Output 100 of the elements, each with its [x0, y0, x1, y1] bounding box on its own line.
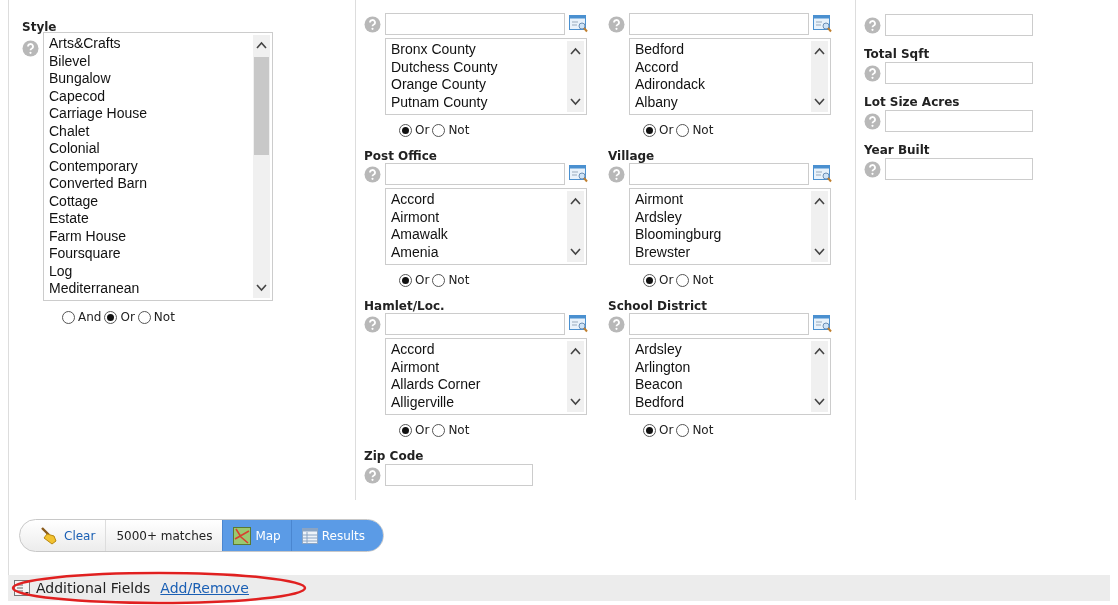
chevron-down-icon[interactable]	[570, 248, 581, 256]
chevron-up-icon[interactable]	[570, 347, 581, 355]
list-option[interactable]: Accord	[391, 191, 567, 209]
search-field[interactable]	[385, 313, 565, 335]
list-option[interactable]: Amenia	[391, 243, 567, 261]
scrollbar-thumb[interactable]	[254, 57, 269, 155]
text-field[interactable]	[885, 14, 1033, 36]
lookup-icon[interactable]	[813, 15, 833, 33]
lookup-icon[interactable]	[813, 315, 833, 333]
chevron-up-icon[interactable]	[256, 41, 267, 49]
list-option[interactable]: Accord	[391, 341, 567, 359]
list-option[interactable]: Bungalow	[49, 70, 253, 88]
options-list[interactable]: Airmont Ardsley Bloomingburg Brewster	[629, 188, 831, 265]
scrollbar[interactable]	[567, 341, 584, 412]
options-list[interactable]: Ardsley Arlington Beacon Bedford	[629, 338, 831, 415]
scrollbar[interactable]	[811, 191, 828, 262]
clear-button[interactable]: Clear	[20, 520, 106, 551]
radio-button[interactable]	[643, 123, 656, 137]
options-list[interactable]: Arts&Crafts Bilevel Bungalow Capecod Carriage House Chalet Colonial Contemporary Converted Barn Cottage Estate Farm House Foursquare Log Mediterranean	[43, 32, 273, 301]
list-option[interactable]: Bronx County	[391, 41, 567, 59]
radio-button[interactable]	[676, 423, 690, 437]
list-option[interactable]: Log	[49, 262, 253, 280]
chevron-up-icon[interactable]	[570, 197, 581, 205]
radio-button[interactable]	[104, 310, 118, 324]
list-option[interactable]: Ardsley	[635, 208, 811, 226]
radio-button[interactable]	[399, 123, 412, 137]
radio-button[interactable]	[62, 310, 75, 324]
chevron-down-icon[interactable]	[256, 284, 267, 292]
list-option[interactable]: Accord	[635, 58, 811, 76]
list-option[interactable]: Putnam County	[391, 93, 567, 111]
chevron-up-icon[interactable]	[814, 47, 825, 55]
radio-button[interactable]	[137, 310, 151, 324]
list-option[interactable]: Carriage House	[49, 105, 253, 123]
search-field[interactable]	[629, 13, 809, 35]
list-option[interactable]: Airmont	[635, 191, 811, 209]
add-remove-link[interactable]: Add/Remove	[160, 577, 249, 599]
radio-button[interactable]	[643, 423, 656, 437]
list-option[interactable]: Converted Barn	[49, 175, 253, 193]
list-option[interactable]: Contemporary	[49, 157, 253, 175]
lookup-icon[interactable]	[569, 165, 589, 183]
radio-button[interactable]	[399, 423, 412, 437]
radio-button[interactable]	[399, 273, 412, 287]
chevron-down-icon[interactable]	[570, 398, 581, 406]
search-field[interactable]	[629, 163, 809, 185]
list-option[interactable]: Bedford	[635, 41, 811, 59]
list-option[interactable]: Adirondack	[635, 76, 811, 94]
options-list[interactable]: Accord Airmont Allards Corner Alligerville	[385, 338, 587, 415]
list-option[interactable]: Dutchess County	[391, 58, 567, 76]
list-option[interactable]: Orange County	[391, 76, 567, 94]
options-list[interactable]: Accord Airmont Amawalk Amenia	[385, 188, 587, 265]
text-field[interactable]	[385, 464, 533, 486]
lookup-icon[interactable]	[569, 15, 589, 33]
scrollbar[interactable]	[811, 41, 828, 112]
list-option[interactable]: Alligerville	[391, 393, 567, 411]
list-option[interactable]: Capecod	[49, 87, 253, 105]
radio-button[interactable]	[676, 123, 690, 137]
options-list[interactable]: Bedford Accord Adirondack Albany	[629, 38, 831, 115]
scrollbar[interactable]	[811, 341, 828, 412]
list-option[interactable]: Airmont	[391, 358, 567, 376]
lookup-icon[interactable]	[569, 315, 589, 333]
scrollbar[interactable]	[253, 35, 270, 298]
chevron-down-icon[interactable]	[814, 98, 825, 106]
list-option[interactable]: Amawalk	[391, 226, 567, 244]
radio-button[interactable]	[432, 123, 446, 137]
list-option[interactable]: Bloomingburg	[635, 226, 811, 244]
scrollbar[interactable]	[567, 41, 584, 112]
list-option[interactable]: Bilevel	[49, 52, 253, 70]
list-option[interactable]: Estate	[49, 210, 253, 228]
scrollbar[interactable]	[567, 191, 584, 262]
radio-button[interactable]	[432, 273, 446, 287]
search-field[interactable]	[385, 163, 565, 185]
chevron-up-icon[interactable]	[570, 47, 581, 55]
list-option[interactable]: Airmont	[391, 208, 567, 226]
list-option[interactable]: Albany	[635, 93, 811, 111]
list-option[interactable]: Arlington	[635, 358, 811, 376]
text-field[interactable]	[885, 158, 1033, 180]
radio-button[interactable]	[676, 273, 690, 287]
search-field[interactable]	[385, 13, 565, 35]
list-option[interactable]: Colonial	[49, 140, 253, 158]
search-field[interactable]	[629, 313, 809, 335]
radio-button[interactable]	[643, 273, 656, 287]
list-option[interactable]: Allards Corner	[391, 376, 567, 394]
chevron-up-icon[interactable]	[814, 347, 825, 355]
list-option[interactable]: Bedford	[635, 393, 811, 411]
list-option[interactable]: Mediterranean	[49, 280, 253, 298]
list-option[interactable]: Beacon	[635, 376, 811, 394]
list-option[interactable]: Chalet	[49, 122, 253, 140]
list-option[interactable]: Brewster	[635, 243, 811, 261]
chevron-down-icon[interactable]	[570, 98, 581, 106]
chevron-down-icon[interactable]	[814, 248, 825, 256]
lookup-icon[interactable]	[813, 165, 833, 183]
text-field[interactable]	[885, 110, 1033, 132]
list-option[interactable]: Farm House	[49, 227, 253, 245]
list-option[interactable]: Cottage	[49, 192, 253, 210]
chevron-up-icon[interactable]	[814, 197, 825, 205]
radio-button[interactable]	[432, 423, 446, 437]
text-field[interactable]	[885, 62, 1033, 84]
options-list[interactable]: Bronx County Dutchess County Orange County Putnam County	[385, 38, 587, 115]
chevron-down-icon[interactable]	[814, 398, 825, 406]
list-option[interactable]: Arts&Crafts	[49, 35, 253, 53]
